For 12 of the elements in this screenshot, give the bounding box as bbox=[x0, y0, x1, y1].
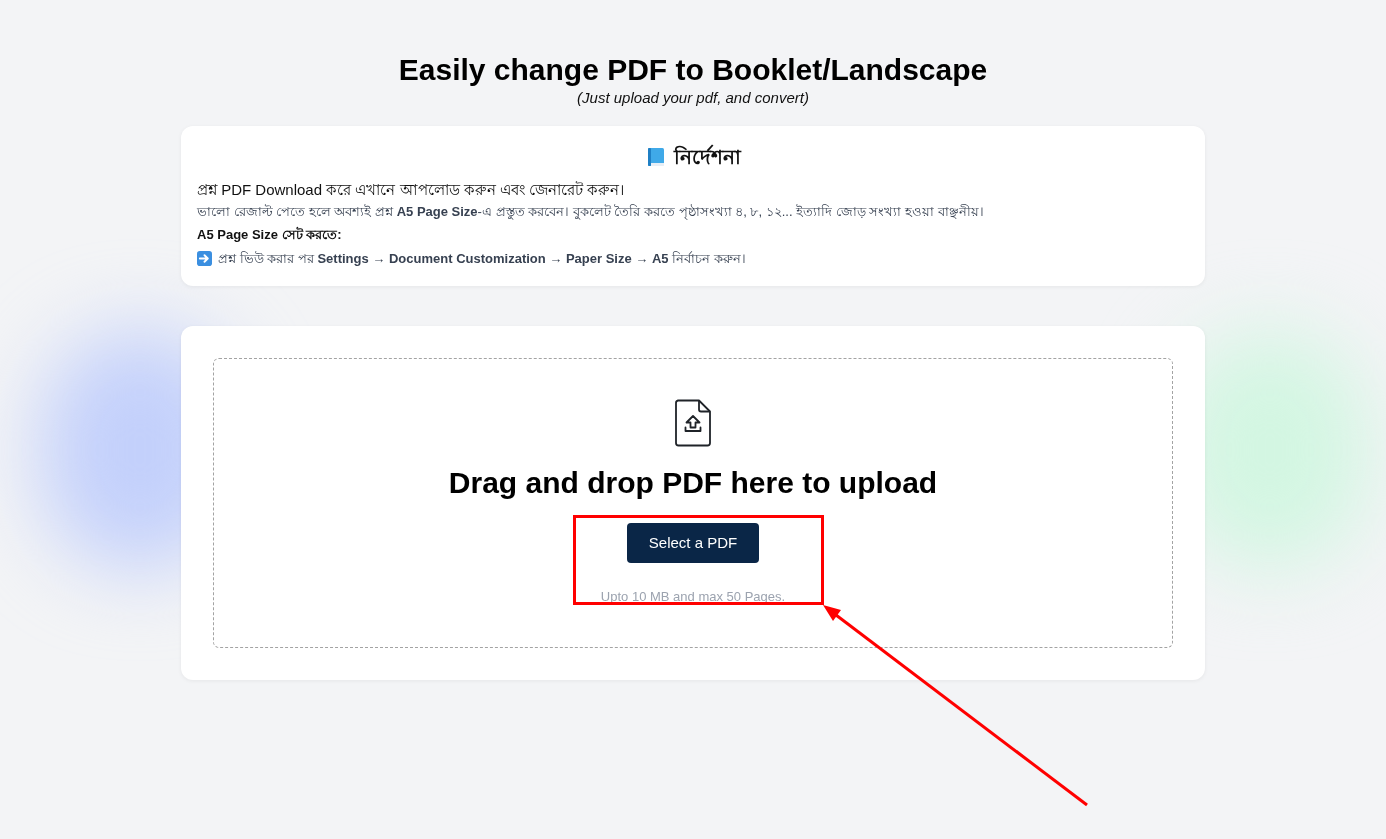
file-upload-icon bbox=[674, 399, 712, 447]
instruction-subheading: A5 Page Size সেট করতে: bbox=[197, 226, 343, 244]
book-icon bbox=[645, 147, 666, 167]
instruction-text: ভালো রেজাল্ট পেতে হলে অবশ্যই প্রশ্ন A5 Page Size-এ প্রস্তুত করবেন। বুকলেট তৈরি করতে পৃষ্ঠাসংখ্যা ৪, ৮, ১২... ইত্যাদি জোড় সংখ্যা হওয়া বাঞ্ছনীয়। bbox=[197, 203, 985, 222]
instruction-text: প্রশ্ন PDF Download করে এখানে আপলোড করুন এবং জেনারেট করুন। bbox=[197, 180, 626, 200]
select-pdf-button[interactable]: Select a PDF bbox=[626, 523, 760, 563]
instruction-step-text: প্রশ্ন ভিউ করার পর Settings → Document Customization → Paper Size → A5 নির্বাচন করুন। bbox=[218, 250, 746, 268]
page-subtitle: (Just upload your pdf, and convert) bbox=[577, 88, 809, 108]
page-title: Easily change PDF to Booklet/Landscape bbox=[398, 52, 988, 88]
instructions-heading: নির্দেশনা bbox=[673, 144, 741, 170]
drop-zone-heading: Drag and drop PDF here to upload bbox=[448, 465, 938, 501]
right-arrow-icon bbox=[197, 251, 212, 266]
